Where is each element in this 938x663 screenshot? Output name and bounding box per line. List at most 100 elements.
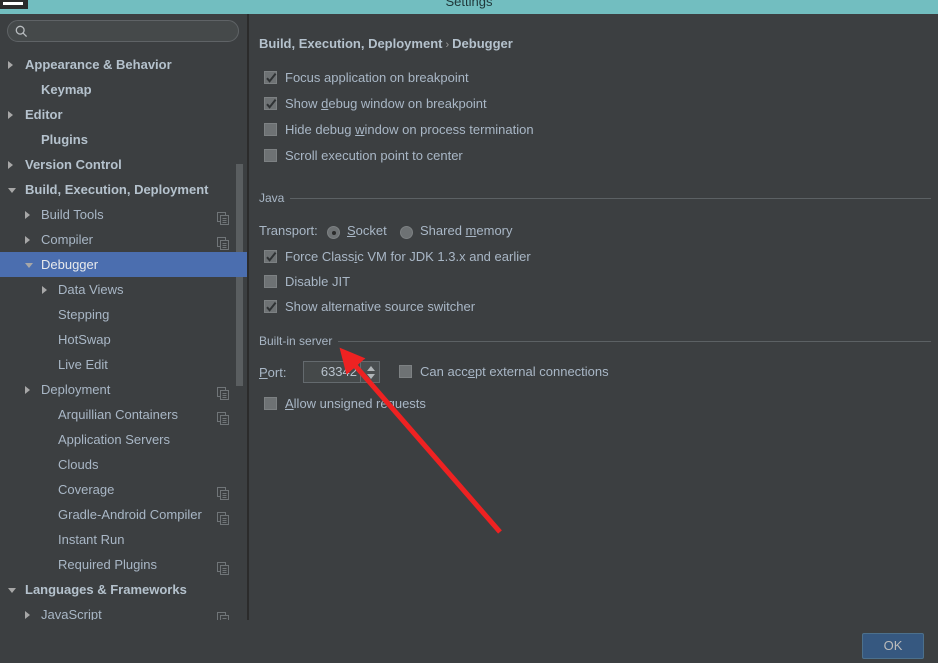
- builtin-server-group-header: Built-in server: [259, 334, 931, 348]
- sidebar-item-live-edit[interactable]: Live Edit: [0, 352, 247, 377]
- can-accept-external-connections-label: Can accept external connections: [420, 364, 609, 379]
- breadcrumb-separator: ›: [445, 39, 450, 51]
- dialog-footer: OK: [0, 620, 938, 663]
- sidebar-item-label: Plugins: [41, 132, 88, 147]
- sidebar-item-label: Live Edit: [58, 357, 108, 372]
- sidebar-item-label: Data Views: [58, 282, 124, 297]
- sidebar-item-compiler[interactable]: Compiler: [0, 227, 247, 252]
- chevron-right-icon[interactable]: [25, 236, 30, 244]
- sidebar-item-label: Application Servers: [58, 432, 170, 447]
- port-spinner-buttons[interactable]: [360, 362, 379, 382]
- sidebar-item-appearance-behavior[interactable]: Appearance & Behavior: [0, 52, 247, 77]
- radio-socket-label[interactable]: Socket: [347, 223, 387, 238]
- port-spinner[interactable]: 63342: [303, 361, 380, 383]
- sidebar-item-hotswap[interactable]: HotSwap: [0, 327, 247, 352]
- checkbox-scroll-execution-point-to-center[interactable]: [264, 149, 277, 162]
- sidebar-item-label: JavaScript: [41, 607, 102, 620]
- checkbox-force-classic-vm-for-jdk-1.3.x-and-earlier[interactable]: [264, 250, 277, 263]
- copy-settings-icon[interactable]: [217, 483, 230, 500]
- sidebar-item-gradle-android-compiler[interactable]: Gradle-Android Compiler: [0, 502, 247, 527]
- chevron-right-icon[interactable]: [8, 111, 13, 119]
- chevron-down-icon[interactable]: [25, 263, 33, 268]
- checkbox-focus-application-on-breakpoint[interactable]: [264, 71, 277, 84]
- sidebar-item-plugins[interactable]: Plugins: [0, 127, 247, 152]
- copy-settings-icon[interactable]: [217, 408, 230, 425]
- settings-sidebar: Appearance & Behavior Keymap Editor Plugins…: [0, 14, 247, 620]
- chevron-right-icon[interactable]: [25, 211, 30, 219]
- copy-settings-icon[interactable]: [217, 208, 230, 225]
- sidebar-item-deployment[interactable]: Deployment: [0, 377, 247, 402]
- checkbox-show-debug-window-on-breakpoint[interactable]: [264, 97, 277, 110]
- minimize-icon[interactable]: [0, 0, 28, 9]
- sidebar-item-label: Languages & Frameworks: [25, 582, 187, 597]
- breadcrumb-current: Debugger: [452, 36, 513, 51]
- transport-row: Transport: Socket Shared memory: [259, 223, 513, 243]
- sidebar-item-keymap[interactable]: Keymap: [0, 77, 247, 102]
- sidebar-item-required-plugins[interactable]: Required Plugins: [0, 552, 247, 577]
- chevron-down-icon[interactable]: [8, 588, 16, 593]
- chevron-right-icon[interactable]: [8, 161, 13, 169]
- checkbox-label-scroll-execution-point-to-center: Scroll execution point to center: [285, 148, 463, 163]
- port-value[interactable]: 63342: [321, 364, 357, 379]
- sidebar-item-build-execution-deployment[interactable]: Build, Execution, Deployment: [0, 177, 247, 202]
- copy-settings-icon[interactable]: [217, 233, 230, 250]
- allow-unsigned-requests-checkbox[interactable]: [264, 397, 277, 410]
- sidebar-item-clouds[interactable]: Clouds: [0, 452, 247, 477]
- checkbox-label-force-classic-vm-for-jdk-1.3.x-and-earlier: Force Classic VM for JDK 1.3.x and earli…: [285, 249, 531, 264]
- radio-socket[interactable]: [327, 226, 340, 239]
- builtin-server-group-title: Built-in server: [259, 334, 339, 348]
- copy-settings-icon[interactable]: [217, 383, 230, 400]
- breadcrumb: Build, Execution, Deployment › Debugger: [259, 36, 513, 51]
- java-group-title: Java: [259, 191, 291, 205]
- sidebar-item-label: Instant Run: [58, 532, 125, 547]
- copy-settings-icon[interactable]: [217, 558, 230, 575]
- chevron-right-icon[interactable]: [25, 386, 30, 394]
- sidebar-item-label: Deployment: [41, 382, 111, 397]
- sidebar-item-application-servers[interactable]: Application Servers: [0, 427, 247, 452]
- search-input[interactable]: [32, 22, 236, 42]
- copy-settings-icon[interactable]: [217, 608, 230, 620]
- sidebar-item-version-control[interactable]: Version Control: [0, 152, 247, 177]
- sidebar-item-stepping[interactable]: Stepping: [0, 302, 247, 327]
- sidebar-item-javascript[interactable]: JavaScript: [0, 602, 247, 620]
- checkbox-hide-debug-window-on-process-termination[interactable]: [264, 123, 277, 136]
- sidebar-item-debugger[interactable]: Debugger: [0, 252, 247, 277]
- window-titlebar: Settings: [0, 0, 938, 14]
- chevron-right-icon[interactable]: [42, 286, 47, 294]
- settings-panel: Build, Execution, Deployment › Debugger Fo…: [249, 14, 938, 620]
- sidebar-item-label: Arquillian Containers: [58, 407, 178, 422]
- transport-label: Transport:: [259, 223, 318, 238]
- sidebar-item-label: Version Control: [25, 157, 122, 172]
- sidebar-item-instant-run[interactable]: Instant Run: [0, 527, 247, 552]
- chevron-down-icon[interactable]: [8, 188, 16, 193]
- chevron-right-icon[interactable]: [25, 611, 30, 619]
- settings-tree: Appearance & Behavior Keymap Editor Plugins…: [0, 52, 247, 620]
- breadcrumb-parent[interactable]: Build, Execution, Deployment: [259, 36, 442, 51]
- checkbox-label-disable-jit: Disable JIT: [285, 274, 351, 289]
- sidebar-item-data-views[interactable]: Data Views: [0, 277, 247, 302]
- search-box[interactable]: [7, 20, 239, 42]
- sidebar-item-label: Keymap: [41, 82, 92, 97]
- sidebar-item-coverage[interactable]: Coverage: [0, 477, 247, 502]
- can-accept-external-connections-checkbox[interactable]: [399, 365, 412, 378]
- allow-unsigned-requests-label: Allow unsigned requests: [285, 396, 426, 411]
- copy-settings-icon[interactable]: [217, 508, 230, 525]
- checkbox-disable-jit[interactable]: [264, 275, 277, 288]
- sidebar-item-label: Build, Execution, Deployment: [25, 182, 209, 197]
- chevron-right-icon[interactable]: [8, 61, 13, 69]
- radio-shared-memory[interactable]: [400, 226, 413, 239]
- checkbox-show-alternative-source-switcher[interactable]: [264, 300, 277, 313]
- ok-button[interactable]: OK: [862, 633, 924, 659]
- builtin-server-group-divider: [259, 341, 931, 342]
- sidebar-item-arquillian-containers[interactable]: Arquillian Containers: [0, 402, 247, 427]
- sidebar-item-build-tools[interactable]: Build Tools: [0, 202, 247, 227]
- sidebar-item-label: Gradle-Android Compiler: [58, 507, 202, 522]
- sidebar-item-editor[interactable]: Editor: [0, 102, 247, 127]
- sidebar-item-label: Debugger: [41, 257, 99, 272]
- sidebar-item-languages-frameworks[interactable]: Languages & Frameworks: [0, 577, 247, 602]
- spinner-up-icon[interactable]: [367, 366, 375, 371]
- radio-shared-memory-label[interactable]: Shared memory: [420, 223, 513, 238]
- spinner-down-icon[interactable]: [367, 374, 375, 379]
- settings-dialog: Settings Appearance & Behavior Keymap Edit…: [0, 0, 938, 663]
- checkbox-label-focus-application-on-breakpoint: Focus application on breakpoint: [285, 70, 469, 85]
